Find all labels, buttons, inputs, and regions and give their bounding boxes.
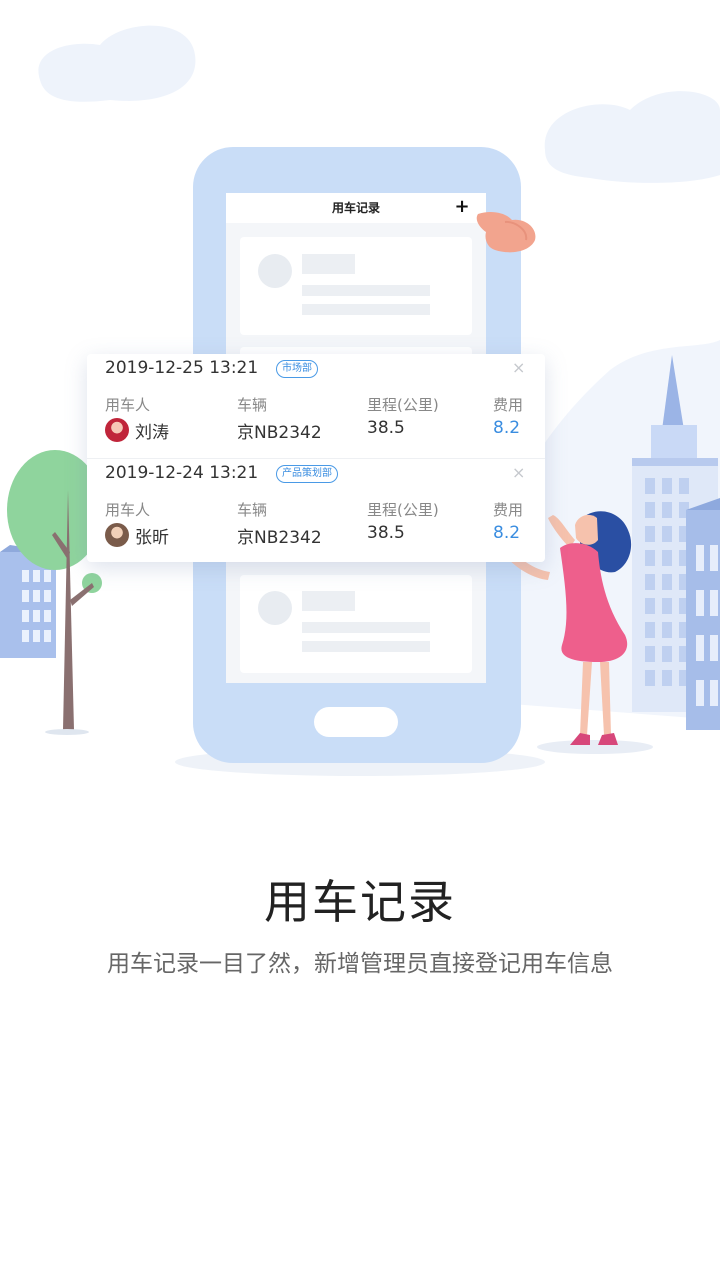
phone-screen-title: 用车记录 (331, 201, 380, 215)
avatar (105, 523, 129, 547)
vehicle-record-list: 2019-12-25 13:21 市场部 × 用车人 车辆 里程(公里) 费用 … (87, 354, 545, 562)
mileage-value: 38.5 (367, 523, 405, 543)
user-label: 用车人 (105, 501, 151, 519)
record-datetime: 2019-12-25 13:21 (105, 358, 259, 378)
fee-value: 8.2 (493, 523, 521, 543)
vehicle-label: 车辆 (237, 396, 268, 414)
user-label: 用车人 (105, 396, 151, 414)
mileage-label: 里程(公里) (367, 501, 439, 519)
placeholder-card-top (240, 237, 472, 335)
record-item[interactable]: 2019-12-24 13:21 产品策划部 × 用车人 车辆 里程(公里) 费… (87, 458, 545, 563)
close-icon[interactable]: × (512, 463, 525, 482)
vehicle-plate: 京NB2342 (237, 528, 322, 548)
person-shadow (537, 740, 653, 754)
user-name: 张昕 (135, 528, 169, 548)
department-badge: 市场部 (276, 360, 318, 378)
add-record-icon[interactable]: + (452, 193, 472, 223)
feature-title: 用车记录 (264, 875, 456, 929)
cloud-left (38, 25, 196, 102)
fee-value: 8.2 (493, 418, 521, 438)
department-badge: 产品策划部 (276, 465, 338, 483)
placeholder-card-bottom (240, 575, 472, 673)
close-icon[interactable]: × (512, 358, 525, 377)
avatar (105, 418, 129, 442)
mileage-label: 里程(公里) (367, 396, 439, 414)
user-name: 刘涛 (135, 423, 169, 443)
vehicle-label: 车辆 (237, 501, 268, 519)
record-datetime: 2019-12-24 13:21 (105, 463, 259, 483)
mileage-value: 38.5 (367, 418, 405, 438)
vehicle-plate: 京NB2342 (237, 423, 322, 443)
fee-label: 费用 (493, 501, 524, 519)
feature-subtitle: 用车记录一目了然，新增管理员直接登记用车信息 (107, 951, 613, 977)
record-item[interactable]: 2019-12-25 13:21 市场部 × 用车人 车辆 里程(公里) 费用 … (87, 354, 545, 458)
cloud-right (544, 91, 720, 183)
fee-label: 费用 (493, 396, 524, 414)
